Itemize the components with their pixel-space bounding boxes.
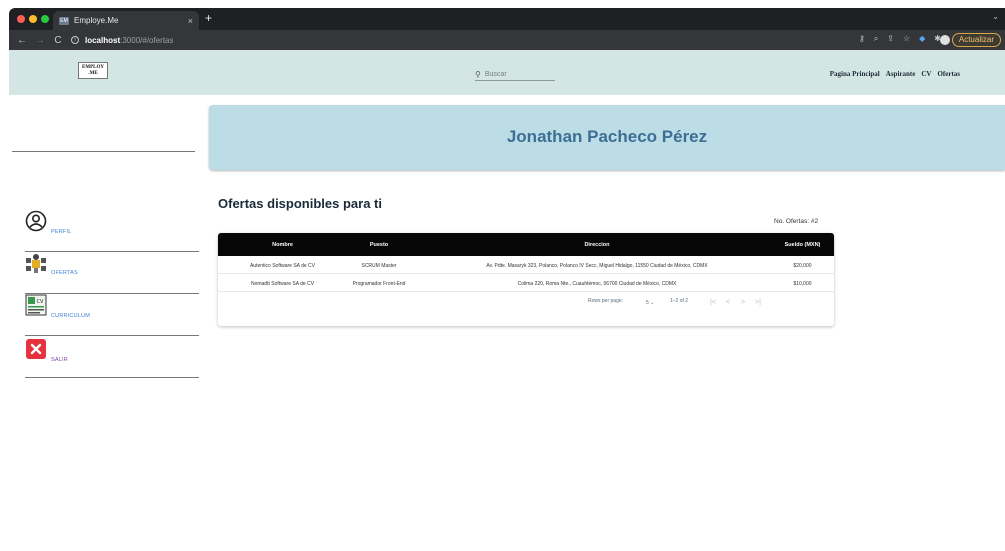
cell-puesto: Programador Front-End <box>352 281 406 287</box>
offers-icon <box>26 254 46 273</box>
browser-tabbar: EM Employe.Me × + ⌄ <box>9 8 1005 30</box>
tab-search-icon[interactable]: ⌄ <box>992 12 999 21</box>
back-icon[interactable]: ← <box>17 35 27 46</box>
tab-close-icon[interactable]: × <box>188 16 193 26</box>
bookmark-star-icon[interactable]: ☆ <box>903 34 910 44</box>
browser-tab[interactable]: EM Employe.Me × <box>53 11 199 30</box>
forward-icon[interactable]: → <box>35 35 45 46</box>
update-button[interactable]: Actualizar <box>951 33 1001 47</box>
app-page: EMPLOY .ME ⚲ Buscar Pagina Principal Asp… <box>9 50 1005 551</box>
page-title: Ofertas disponibles para ti <box>218 196 382 211</box>
rows-per-page-select[interactable]: 5 ⌄ <box>646 300 654 306</box>
last-page-icon[interactable]: >| <box>755 299 761 306</box>
chevron-down-icon: ⌄ <box>650 300 655 306</box>
nav-link-aspirante[interactable]: Aspirante <box>886 70 916 78</box>
maximize-window-button[interactable] <box>41 15 49 23</box>
offers-count: No. Ofertas: #2 <box>774 218 819 225</box>
search-placeholder: Buscar <box>484 70 507 78</box>
extension-icon[interactable]: ◆ <box>919 34 925 44</box>
new-tab-button[interactable]: + <box>205 11 212 25</box>
key-icon[interactable]: ⚷ <box>859 34 865 44</box>
nav-link-cv[interactable]: CV <box>921 70 931 78</box>
profile-icon <box>25 210 47 232</box>
sidebar-item-label: OFERTAS <box>51 270 78 276</box>
user-name: Jonathan Pacheco Pérez <box>506 127 708 146</box>
sidebar-item-label: PERFIL <box>51 229 72 235</box>
search-field[interactable]: ⚲ Buscar <box>475 68 555 81</box>
pagination-range: 1–2 of 2 <box>670 298 689 304</box>
column-header[interactable]: Direccion <box>423 242 771 248</box>
cell-puesto: SCRUM Master <box>361 263 397 269</box>
address-host: localhost <box>85 35 121 45</box>
minimize-window-button[interactable] <box>29 15 37 23</box>
cell-nombre: Nomadtt Software SA de CV <box>250 281 315 287</box>
nav-link-home[interactable]: Pagina Principal <box>830 70 880 78</box>
column-header[interactable]: Puesto <box>335 242 423 248</box>
logout-icon <box>26 339 46 359</box>
address-path: :3000/#/ofertas <box>120 35 174 45</box>
column-header[interactable]: Nombre <box>218 242 347 248</box>
browser-toolbar: ← → C i localhost:3000/#/ofertas ⚷ ⌕ ⇪ ☆… <box>9 30 1005 50</box>
employme-logo[interactable]: EMPLOY .ME <box>78 62 108 79</box>
logo-text-line2: .ME <box>88 71 98 76</box>
first-page-icon[interactable]: |< <box>710 299 716 306</box>
cell-sueldo: $20,000 <box>793 263 812 269</box>
favicon-icon: EM <box>59 16 69 25</box>
column-header[interactable]: Sueldo (MXN) <box>771 242 834 248</box>
address-bar[interactable]: i localhost:3000/#/ofertas <box>71 33 191 47</box>
cv-icon: CV <box>25 294 47 316</box>
table-row[interactable]: Autentico Software SA de CV SCRUM Master… <box>218 256 834 274</box>
rows-per-page-value: 5 <box>646 300 649 306</box>
next-page-icon[interactable]: > <box>741 299 745 306</box>
rows-per-page-label: Rows per page: <box>588 298 624 304</box>
nav-link-ofertas[interactable]: Ofertas <box>937 70 960 78</box>
site-info-icon[interactable]: i <box>71 36 79 44</box>
browser-window: EM Employe.Me × + ⌄ ← → C i localhost:30… <box>9 8 1005 551</box>
cell-direccion: Colima 220, Roma Nte., Cuauhtémoc, 06700… <box>517 281 677 287</box>
profile-avatar[interactable] <box>940 35 950 45</box>
sidebar-item-salir[interactable]: SALIR <box>25 336 199 378</box>
share-icon[interactable]: ⇪ <box>887 34 894 44</box>
close-window-button[interactable] <box>17 15 25 23</box>
previous-page-icon[interactable]: < <box>726 299 730 306</box>
cell-direccion: Av. Pdte. Masaryk 323, Polanco, Polanco … <box>486 263 708 269</box>
zoom-icon[interactable]: ⌕ <box>874 34 878 44</box>
offers-table: Nombre Puesto Direccion Sueldo (MXN) Aut… <box>218 233 834 326</box>
search-icon: ⚲ <box>475 69 481 79</box>
tab-title: Employe.Me <box>74 16 119 25</box>
top-nav: Pagina Principal Aspirante CV Ofertas <box>830 70 960 78</box>
svg-text:CV: CV <box>37 299 44 305</box>
user-banner: Jonathan Pacheco Pérez <box>209 105 1005 170</box>
reload-icon[interactable]: C <box>53 35 63 46</box>
table-pagination: Rows per page: 5 ⌄ 1–2 of 2 |< < > >| <box>218 292 834 312</box>
sidebar-item-ofertas[interactable]: OFERTAS <box>25 252 199 294</box>
cell-nombre: Autentico Software SA de CV <box>249 263 316 269</box>
cell-sueldo: $10,000 <box>793 281 812 287</box>
table-header: Nombre Puesto Direccion Sueldo (MXN) <box>218 233 834 256</box>
toolbar-icons: ⚷ ⌕ ⇪ ☆ ◆ ✱ <box>859 34 941 44</box>
table-row[interactable]: Nomadtt Software SA de CV Programador Fr… <box>218 274 834 292</box>
sidebar-divider <box>12 151 195 152</box>
sidebar-item-label: CURRICULUM <box>51 313 90 319</box>
sidebar-item-label: SALIR <box>51 357 68 363</box>
sidebar-item-perfil[interactable]: PERFIL <box>25 210 199 252</box>
app-header: EMPLOY .ME ⚲ Buscar Pagina Principal Asp… <box>9 50 1005 95</box>
sidebar-item-curriculum[interactable]: CV CURRICULUM <box>25 294 199 336</box>
